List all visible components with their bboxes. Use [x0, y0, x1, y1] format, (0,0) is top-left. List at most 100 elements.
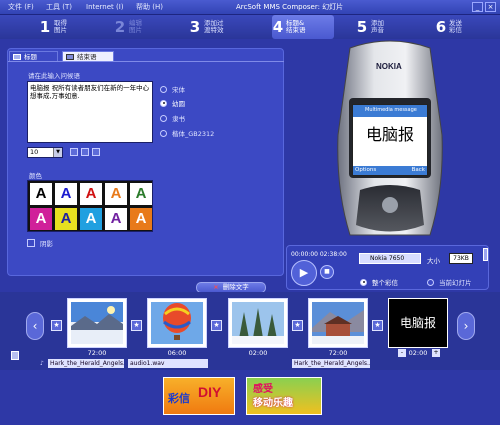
- checkbox-box: [27, 239, 35, 247]
- slide-duration: 02:00: [408, 349, 428, 357]
- radio-dot: [360, 278, 367, 286]
- slide-frame-1[interactable]: [67, 298, 127, 348]
- banner-line1: 感受: [253, 384, 273, 395]
- color-swatch[interactable]: A: [80, 183, 102, 205]
- phone-screen: Multimedia message 电脑报 Options Back: [352, 104, 428, 176]
- font-size-select[interactable]: 10 ▼: [27, 147, 63, 158]
- close-button[interactable]: ×: [485, 2, 496, 12]
- step-label: 取得 图片: [54, 19, 67, 34]
- barn-thumbnail: [312, 302, 364, 344]
- color-swatch[interactable]: A: [105, 183, 127, 205]
- step-3[interactable]: 3 添加过 渡特效: [188, 15, 268, 39]
- size-value: 73KB: [449, 253, 473, 264]
- preview-whole-mms[interactable]: 整个彩信: [360, 277, 398, 287]
- step-1[interactable]: 1 取得 图片: [38, 15, 118, 39]
- device-select[interactable]: Nokia 7650: [359, 253, 421, 264]
- step-label: 添加 声音: [371, 19, 384, 34]
- slide-duration: 02:00: [248, 349, 268, 357]
- tab-ending-label: 结束语: [77, 53, 97, 61]
- step-4[interactable]: 4 标题& 结束语: [272, 15, 334, 39]
- menu-file[interactable]: 文件 (F): [8, 2, 34, 13]
- font-option-label: 宋体: [172, 86, 185, 94]
- phone-brand: NOKIA: [376, 62, 402, 71]
- tab-title-label: 标题: [24, 53, 37, 61]
- minimize-button[interactable]: _: [472, 2, 483, 12]
- softkey-right: Back: [411, 167, 425, 173]
- color-swatch[interactable]: A: [30, 183, 52, 205]
- preview-current-slide[interactable]: 当前幻灯片: [427, 277, 472, 287]
- slide-frame-2[interactable]: [147, 298, 207, 348]
- balloon-thumbnail: [151, 302, 203, 344]
- tab-icon: [66, 54, 74, 60]
- snow-landscape-thumbnail: [71, 302, 123, 344]
- color-swatch[interactable]: A: [130, 183, 152, 205]
- timeline-next-button[interactable]: ›: [457, 312, 475, 340]
- banner-line1: 彩信: [168, 392, 190, 405]
- player-panel: 00:00:00 02:38:00 ▶ ■ Nokia 7650 大小 73KB…: [286, 245, 489, 290]
- shadow-checkbox[interactable]: 阴影: [27, 238, 53, 248]
- step-number: 1: [39, 18, 51, 36]
- step-5[interactable]: 5 添加 声音: [355, 15, 435, 39]
- title-slide-marker[interactable]: ★: [51, 320, 62, 331]
- delete-icon: ×: [213, 283, 219, 291]
- color-swatch[interactable]: A: [55, 183, 77, 205]
- font-option-label: 幼圆: [172, 100, 185, 108]
- color-swatch[interactable]: A: [80, 208, 102, 230]
- step-bar: 1 取得 图片 2 编辑 图片 3 添加过 渡特效 4 标题& 结束语 5 添加 声音 6…: [0, 15, 500, 39]
- volume-slider[interactable]: [483, 248, 488, 261]
- transition-button[interactable]: ★: [131, 320, 142, 331]
- radio-dot: [160, 99, 167, 107]
- step-number: 3: [189, 18, 201, 36]
- audio-track-3[interactable]: Hark_the_Herald_Angels...: [292, 359, 370, 368]
- menu-help[interactable]: 帮助 (H): [136, 2, 163, 13]
- audio-track-2[interactable]: audio1.wav: [128, 359, 208, 368]
- slide-frame-3[interactable]: [228, 298, 288, 348]
- font-option-kaiti[interactable]: 楷体_GB2312: [160, 128, 214, 138]
- step-number: 6: [435, 18, 447, 36]
- menubar: 文件 (F) 工具 (T) Internet (I) 帮助 (H) ArcSof…: [0, 0, 500, 15]
- font-option-lishu[interactable]: 隶书: [160, 113, 185, 123]
- trash-icon[interactable]: [11, 351, 19, 360]
- mobile-fun-banner[interactable]: 感受 移动乐趣: [246, 377, 322, 415]
- ending-slide-marker[interactable]: ★: [372, 320, 383, 331]
- font-option-songti[interactable]: 宋体: [160, 84, 185, 94]
- step-label: 标题& 结束语: [286, 19, 306, 34]
- timeline-prev-button[interactable]: ‹: [26, 312, 44, 340]
- ending-slide-text: 电脑报: [399, 316, 436, 330]
- tab-divider: [8, 61, 284, 62]
- font-option-label: 楷体_GB2312: [172, 130, 215, 138]
- step-6[interactable]: 6 发送 彩信: [435, 15, 497, 39]
- italic-style-button[interactable]: [81, 148, 89, 156]
- color-swatch[interactable]: A: [130, 208, 152, 230]
- step-2[interactable]: 2 编辑 图片: [113, 15, 193, 39]
- underline-style-button[interactable]: [92, 148, 100, 156]
- font-option-youyuan[interactable]: 幼圆: [160, 98, 185, 108]
- preview-option-label: 整个彩信: [372, 279, 398, 287]
- slide-duration: 72:00: [328, 349, 348, 357]
- menu-internet[interactable]: Internet (I): [86, 2, 124, 13]
- color-label: 颜色: [29, 172, 42, 180]
- step-number: 4: [272, 18, 284, 36]
- radio-dot: [160, 114, 167, 122]
- mms-diy-banner[interactable]: 彩信 DIY: [163, 377, 235, 415]
- transition-button[interactable]: ★: [292, 320, 303, 331]
- stop-button[interactable]: ■: [320, 265, 334, 279]
- size-label: 大小: [427, 257, 440, 265]
- transition-button[interactable]: ★: [211, 320, 222, 331]
- play-button[interactable]: ▶: [291, 260, 317, 286]
- tab-icon: [13, 54, 21, 60]
- audio-track-1[interactable]: Hark_the_Herald_Angels...: [48, 359, 124, 368]
- slide-frame-5[interactable]: 电脑报: [388, 298, 448, 348]
- radio-dot: [160, 85, 167, 93]
- duration-increase-button[interactable]: +: [432, 349, 440, 357]
- slide-frame-4[interactable]: [308, 298, 368, 348]
- radio-dot: [160, 129, 167, 137]
- menu-tools[interactable]: 工具 (T): [46, 2, 72, 13]
- playback-time: 00:00:00 02:38:00: [291, 251, 347, 258]
- greeting-textarea[interactable]: 电脑报 祝所有读者朋友们在新的一年中心想事成,万事如意.: [27, 81, 153, 143]
- color-swatch[interactable]: A: [55, 208, 77, 230]
- color-swatch[interactable]: A: [105, 208, 127, 230]
- device-value: Nokia 7650: [370, 255, 405, 262]
- bold-style-button[interactable]: [70, 148, 78, 156]
- color-swatch[interactable]: A: [30, 208, 52, 230]
